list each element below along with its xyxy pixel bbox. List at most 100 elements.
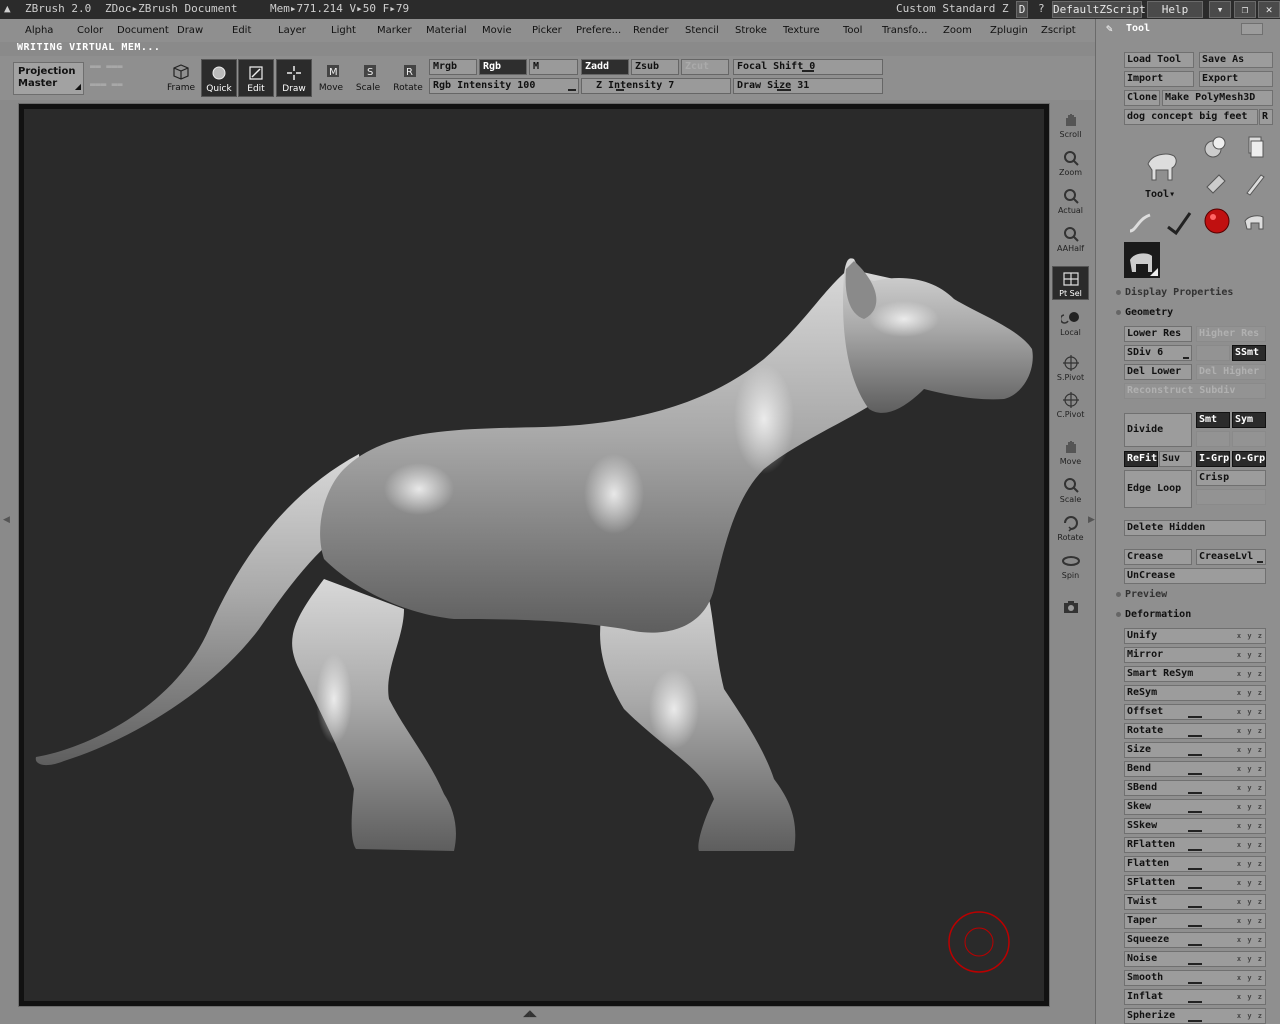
menu-light[interactable]: Light <box>331 25 356 36</box>
preview-header[interactable]: Preview <box>1116 589 1167 600</box>
crease-button[interactable]: Crease <box>1124 549 1192 565</box>
deform-rflatten-button[interactable]: RFlatten x y z <box>1124 837 1266 853</box>
spheres-icon[interactable] <box>1201 133 1229 161</box>
deform-slider-knob[interactable] <box>1188 792 1202 794</box>
scroll-button[interactable]: Scroll <box>1052 107 1089 141</box>
deform-slider-knob[interactable] <box>1188 811 1202 813</box>
axis-toggle[interactable]: x y z <box>1237 914 1263 928</box>
pen-icon[interactable] <box>1164 209 1192 237</box>
deform-sskew-button[interactable]: SSkew x y z <box>1124 818 1266 834</box>
axis-toggle[interactable]: x y z <box>1237 686 1263 700</box>
axis-toggle[interactable]: x y z <box>1237 800 1263 814</box>
axis-toggle[interactable]: x y z <box>1237 971 1263 985</box>
deform-slider-knob[interactable] <box>1188 925 1202 927</box>
tool-name-field[interactable]: dog concept big feet <box>1124 109 1258 125</box>
minimize-icon[interactable]: ▾ <box>1209 1 1231 18</box>
clone-button[interactable]: Clone <box>1124 90 1160 106</box>
lower-res-button[interactable]: Lower Res <box>1124 326 1192 342</box>
focal-shift-knob[interactable] <box>802 70 814 72</box>
make-polymesh-button[interactable]: Make PolyMesh3D <box>1162 90 1273 106</box>
axis-toggle[interactable]: x y z <box>1237 705 1263 719</box>
higher-res-button[interactable]: Higher Res <box>1196 326 1266 342</box>
tool-selector-label[interactable]: Tool▾ <box>1145 189 1175 200</box>
geometry-header[interactable]: Geometry <box>1116 307 1173 318</box>
menu-tool[interactable]: Tool <box>843 25 862 36</box>
dog-tool-icon[interactable] <box>1142 144 1182 188</box>
draw-size-knob[interactable] <box>777 89 791 91</box>
deform-sbend-button[interactable]: SBend x y z <box>1124 780 1266 796</box>
layers-icon[interactable] <box>1241 133 1269 161</box>
axis-toggle[interactable]: x y z <box>1237 990 1263 1004</box>
deform-slider-knob[interactable] <box>1188 906 1202 908</box>
axis-toggle[interactable]: x y z <box>1237 724 1263 738</box>
rgb-intensity-slider[interactable]: Rgb Intensity 100 <box>429 78 579 94</box>
defaultzscript-button[interactable]: DefaultZScript <box>1052 1 1146 18</box>
menu-marker[interactable]: Marker <box>377 25 412 36</box>
axis-toggle[interactable]: x y z <box>1237 1009 1263 1023</box>
display-properties-header[interactable]: Display Properties <box>1116 287 1233 298</box>
deform-slider-knob[interactable] <box>1188 754 1202 756</box>
deform-slider-knob[interactable] <box>1188 868 1202 870</box>
pt-sel-button[interactable]: Pt Sel <box>1052 266 1089 300</box>
deform-rotate-button[interactable]: Rotate x y z <box>1124 723 1266 739</box>
actual-button[interactable]: Actual <box>1052 183 1089 217</box>
dog-model[interactable] <box>24 109 1044 1001</box>
layout-name[interactable]: Custom Standard Z <box>896 2 1009 15</box>
z-intensity-knob[interactable] <box>616 89 624 91</box>
menu-layer[interactable]: Layer <box>278 25 306 36</box>
aahalf-button[interactable]: AAHalf <box>1052 221 1089 255</box>
deform-slider-knob[interactable] <box>1188 963 1202 965</box>
menu-material[interactable]: Material <box>426 25 467 36</box>
save-as-button[interactable]: Save As <box>1199 52 1273 68</box>
focal-shift-slider[interactable]: Focal Shift 0 <box>733 59 883 75</box>
import-button[interactable]: Import <box>1124 71 1194 87</box>
menu-edit[interactable]: Edit <box>232 25 251 36</box>
deform-taper-button[interactable]: Taper x y z <box>1124 913 1266 929</box>
dog-small-icon[interactable] <box>1241 209 1269 237</box>
z-intensity-slider[interactable]: Z Intensity 7 <box>581 78 731 94</box>
menu-color[interactable]: Color <box>77 25 103 36</box>
axis-toggle[interactable]: x y z <box>1237 876 1263 890</box>
axis-toggle[interactable]: x y z <box>1237 629 1263 643</box>
menu-render[interactable]: Render <box>633 25 669 36</box>
move-button[interactable]: M Move <box>313 59 349 97</box>
deform-slider-knob[interactable] <box>1188 982 1202 984</box>
palette-dock-icon[interactable] <box>1241 23 1263 35</box>
c-pivot-button[interactable]: C.Pivot <box>1052 387 1089 421</box>
reconstruct-subdiv-button[interactable]: Reconstruct Subdiv <box>1124 383 1266 399</box>
menu-stroke[interactable]: Stroke <box>735 25 767 36</box>
sym-button[interactable]: Sym <box>1232 412 1266 428</box>
frame-button[interactable]: Frame <box>163 59 199 97</box>
deform-smart-resym-button[interactable]: Smart ReSym x y z <box>1124 666 1266 682</box>
suv-button[interactable]: Suv <box>1159 451 1192 467</box>
restore-icon[interactable]: ❐ <box>1234 1 1256 18</box>
axis-toggle[interactable]: x y z <box>1237 857 1263 871</box>
del-lower-button[interactable]: Del Lower <box>1124 364 1192 380</box>
help-button[interactable]: Help <box>1147 1 1203 18</box>
layout-d-button[interactable]: D <box>1016 1 1028 18</box>
deform-noise-button[interactable]: Noise x y z <box>1124 951 1266 967</box>
draw-size-slider[interactable]: Draw Size 31 <box>733 78 883 94</box>
zoom-button[interactable]: Zoom <box>1052 145 1089 179</box>
axis-toggle[interactable]: x y z <box>1237 648 1263 662</box>
menu-zoom[interactable]: Zoom <box>943 25 972 36</box>
projection-master-button[interactable]: Projection Master ◢ <box>13 62 84 95</box>
deformation-header[interactable]: Deformation <box>1116 609 1191 620</box>
deform-sflatten-button[interactable]: SFlatten x y z <box>1124 875 1266 891</box>
current-tool-thumbnail[interactable] <box>1124 242 1160 278</box>
deform-bend-button[interactable]: Bend x y z <box>1124 761 1266 777</box>
document-canvas[interactable] <box>24 109 1044 1001</box>
axis-toggle[interactable]: x y z <box>1237 667 1263 681</box>
crisp-button[interactable]: Crisp <box>1196 470 1266 486</box>
deform-slider-knob[interactable] <box>1188 1020 1202 1022</box>
right-tray-arrow-icon[interactable]: ▶ <box>1088 515 1095 525</box>
left-tray-arrow-icon[interactable]: ◀ <box>3 515 10 525</box>
axis-toggle[interactable]: x y z <box>1237 762 1263 776</box>
deform-flatten-button[interactable]: Flatten x y z <box>1124 856 1266 872</box>
menu-preferences[interactable]: Prefere... <box>576 25 621 36</box>
r-button[interactable]: R <box>1259 109 1273 125</box>
m-button[interactable]: M <box>529 59 578 75</box>
load-tool-button[interactable]: Load Tool <box>1124 52 1194 68</box>
curve-icon[interactable] <box>1126 209 1154 237</box>
scale-button[interactable]: S Scale <box>350 59 386 97</box>
